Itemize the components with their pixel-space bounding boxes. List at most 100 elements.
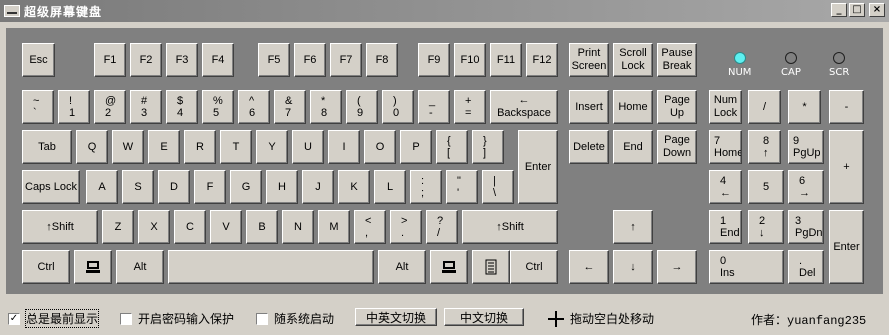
- key-home[interactable]: Home: [613, 90, 653, 124]
- key-t[interactable]: T: [220, 130, 252, 164]
- key-arrow-left[interactable]: ←: [569, 250, 609, 284]
- key-numpad-5[interactable]: 5: [748, 170, 784, 204]
- key-numpad-dot[interactable]: . Del: [788, 250, 824, 284]
- key-right-windows[interactable]: [430, 250, 468, 284]
- key-8[interactable]: * 8: [310, 90, 342, 124]
- key-o[interactable]: O: [364, 130, 396, 164]
- key-backslash[interactable]: | \: [482, 170, 514, 204]
- key-quote[interactable]: " ': [446, 170, 478, 204]
- keyboard-panel[interactable]: Esc F1 F2 F3 F4 F5 F6 F7 F8 F9 F10 F11 F…: [6, 28, 883, 294]
- key-print-screen[interactable]: Print Screen: [569, 43, 609, 77]
- key-y[interactable]: Y: [256, 130, 288, 164]
- close-button[interactable]: ×: [869, 3, 885, 17]
- key-numpad-divide[interactable]: /: [748, 90, 781, 124]
- key-g[interactable]: G: [230, 170, 262, 204]
- key-numpad-1[interactable]: 1 End: [709, 210, 742, 244]
- key-h[interactable]: H: [266, 170, 298, 204]
- key-d[interactable]: D: [158, 170, 190, 204]
- key-numpad-4[interactable]: 4 ←: [709, 170, 742, 204]
- checkbox-box[interactable]: [256, 312, 268, 325]
- key-f10[interactable]: F10: [454, 43, 486, 77]
- password-protect-checkbox[interactable]: 开启密码输入保护: [120, 310, 234, 327]
- switch-cn-en-button[interactable]: 中英文切换: [355, 308, 437, 326]
- key-arrow-up[interactable]: ↑: [613, 210, 653, 244]
- key-f3[interactable]: F3: [166, 43, 198, 77]
- key-w[interactable]: W: [112, 130, 144, 164]
- key-right-bracket[interactable]: }]: [472, 130, 504, 164]
- key-0[interactable]: ) 0: [382, 90, 414, 124]
- key-i[interactable]: I: [328, 130, 360, 164]
- key-period[interactable]: >.: [390, 210, 422, 244]
- key-numpad-multiply[interactable]: *: [788, 90, 821, 124]
- key-page-up[interactable]: Page Up: [657, 90, 697, 124]
- key-m[interactable]: M: [318, 210, 350, 244]
- key-numpad-2[interactable]: 2 ↓: [748, 210, 784, 244]
- key-left-alt[interactable]: Alt: [116, 250, 164, 284]
- key-delete[interactable]: Delete: [569, 130, 609, 164]
- key-f6[interactable]: F6: [294, 43, 326, 77]
- key-3[interactable]: #3: [130, 90, 162, 124]
- key-1[interactable]: ! 1: [58, 90, 90, 124]
- title-bar[interactable]: 超级屏幕键盘 _ □ ×: [0, 0, 889, 22]
- key-page-down[interactable]: Page Down: [657, 130, 697, 164]
- key-caps-lock[interactable]: Caps Lock: [22, 170, 80, 204]
- key-numpad-9[interactable]: 9 PgUp: [788, 130, 824, 164]
- key-s[interactable]: S: [122, 170, 154, 204]
- key-2[interactable]: @2: [94, 90, 126, 124]
- key-numpad-0[interactable]: 0 Ins: [709, 250, 784, 284]
- key-n[interactable]: N: [282, 210, 314, 244]
- key-x[interactable]: X: [138, 210, 170, 244]
- key-l[interactable]: L: [374, 170, 406, 204]
- checkbox-box[interactable]: ✓: [8, 312, 20, 325]
- key-left-shift[interactable]: ↑Shift: [22, 210, 98, 244]
- key-right-shift[interactable]: ↑Shift: [462, 210, 558, 244]
- key-comma[interactable]: <,: [354, 210, 386, 244]
- key-left-bracket[interactable]: {[: [436, 130, 468, 164]
- key-r[interactable]: R: [184, 130, 216, 164]
- autostart-checkbox[interactable]: 随系统启动: [256, 310, 334, 327]
- key-numpad-enter[interactable]: Enter: [829, 210, 864, 284]
- key-arrow-down[interactable]: ↓: [613, 250, 653, 284]
- key-k[interactable]: K: [338, 170, 370, 204]
- key-end[interactable]: End: [613, 130, 653, 164]
- key-p[interactable]: P: [400, 130, 432, 164]
- key-z[interactable]: Z: [102, 210, 134, 244]
- key-pause-break[interactable]: Pause Break: [657, 43, 697, 77]
- key-a[interactable]: A: [86, 170, 118, 204]
- key-f9[interactable]: F9: [418, 43, 450, 77]
- key-b[interactable]: B: [246, 210, 278, 244]
- key-u[interactable]: U: [292, 130, 324, 164]
- key-numpad-8[interactable]: 8 ↑: [748, 130, 781, 164]
- key-tilde[interactable]: ~ `: [22, 90, 54, 124]
- key-enter[interactable]: Enter: [518, 130, 558, 204]
- key-numpad-6[interactable]: 6 →: [788, 170, 824, 204]
- key-minus[interactable]: _ -: [418, 90, 450, 124]
- always-on-top-checkbox[interactable]: ✓ 总是最前显示: [8, 309, 100, 328]
- key-6[interactable]: ^ 6: [238, 90, 270, 124]
- key-5[interactable]: % 5: [202, 90, 234, 124]
- key-f7[interactable]: F7: [330, 43, 362, 77]
- key-j[interactable]: J: [302, 170, 334, 204]
- key-num-lock[interactable]: Num Lock: [709, 90, 742, 124]
- key-left-ctrl[interactable]: Ctrl: [22, 250, 70, 284]
- key-numpad-7[interactable]: 7 Home: [709, 130, 742, 164]
- key-numpad-3[interactable]: 3 PgDn: [788, 210, 824, 244]
- key-9[interactable]: (9: [346, 90, 378, 124]
- key-left-windows[interactable]: [74, 250, 112, 284]
- key-numpad-minus[interactable]: -: [829, 90, 864, 124]
- checkbox-box[interactable]: [120, 312, 132, 325]
- key-menu[interactable]: [472, 250, 510, 284]
- key-e[interactable]: E: [148, 130, 180, 164]
- key-semicolon[interactable]: :;: [410, 170, 442, 204]
- key-space[interactable]: [168, 250, 374, 284]
- key-f1[interactable]: F1: [94, 43, 126, 77]
- key-equal[interactable]: + =: [454, 90, 486, 124]
- key-f11[interactable]: F11: [490, 43, 522, 77]
- key-f5[interactable]: F5: [258, 43, 290, 77]
- key-4[interactable]: $4: [166, 90, 198, 124]
- minimize-button[interactable]: _: [831, 3, 847, 17]
- key-f12[interactable]: F12: [526, 43, 558, 77]
- key-slash[interactable]: ? /: [426, 210, 458, 244]
- key-7[interactable]: & 7: [274, 90, 306, 124]
- key-numpad-plus[interactable]: +: [829, 130, 864, 204]
